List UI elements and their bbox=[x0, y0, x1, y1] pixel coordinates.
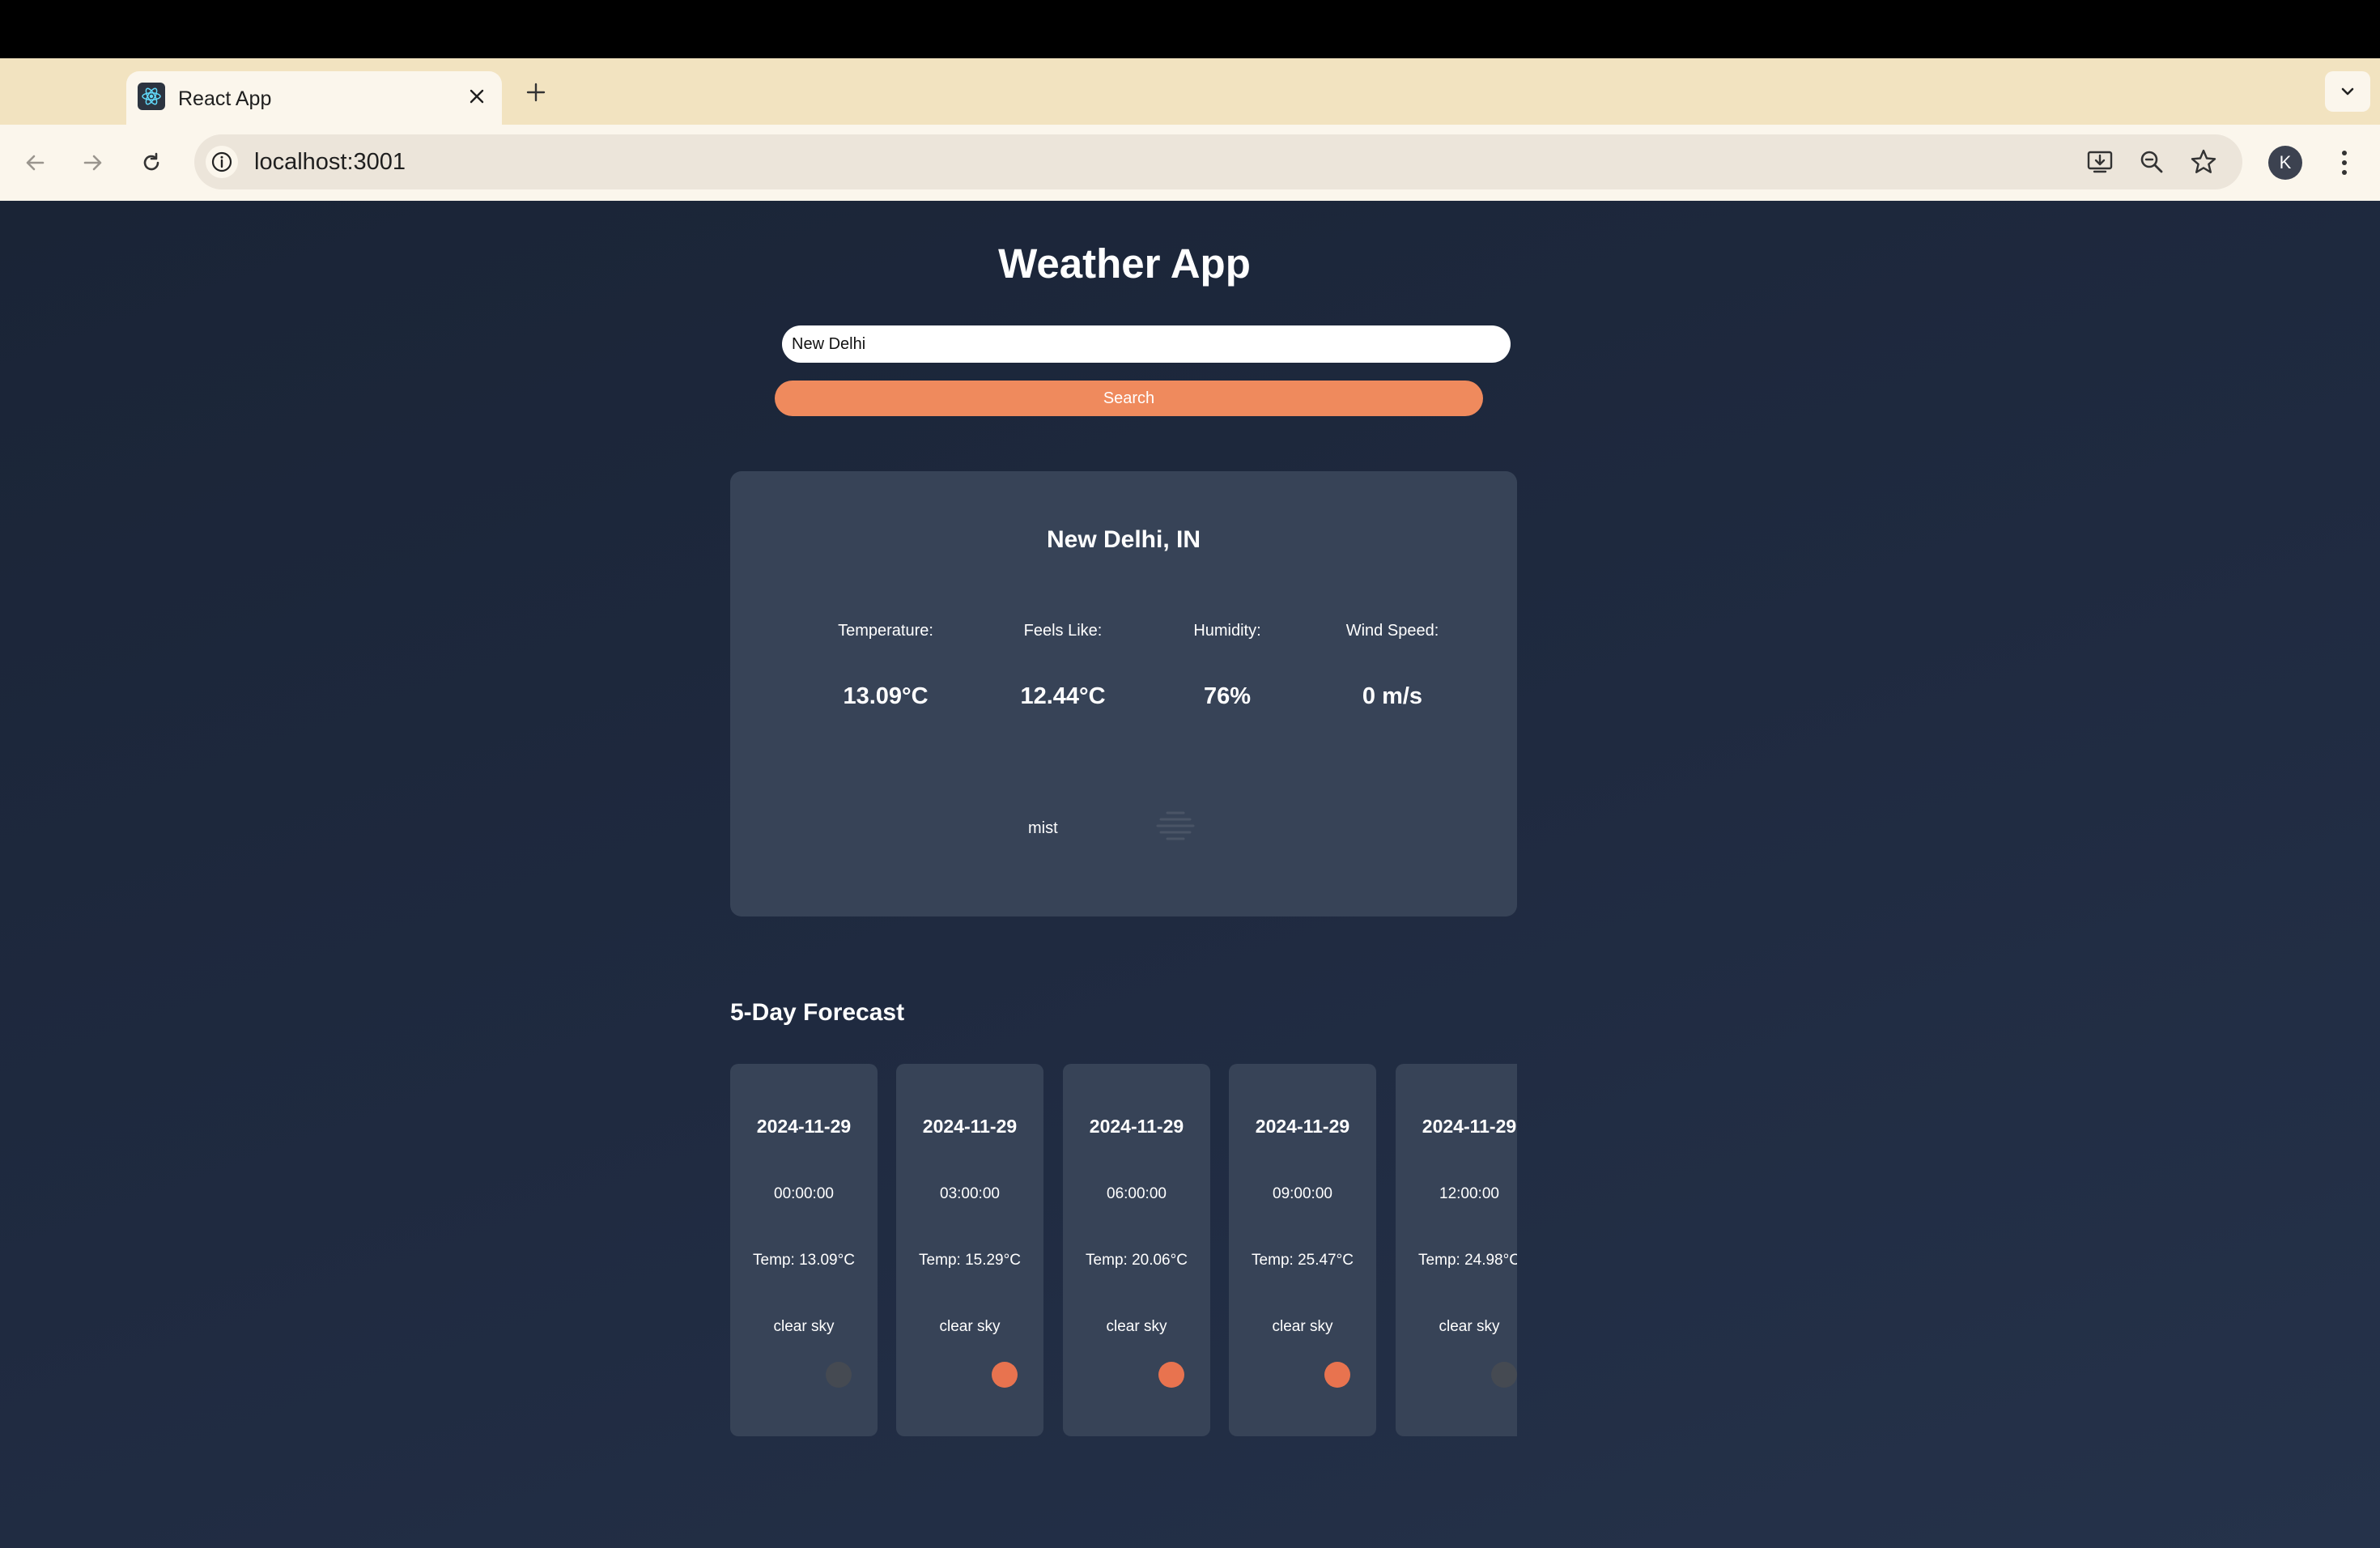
clear-night-icon bbox=[1491, 1362, 1517, 1388]
page-content: Weather App Search New Delhi, IN Tempera… bbox=[0, 201, 2380, 1548]
back-arrow-icon[interactable] bbox=[16, 144, 53, 181]
forecast-list[interactable]: 2024-11-29 00:00:00 Temp: 13.09°C clear … bbox=[730, 1064, 1517, 1436]
os-top-bar bbox=[0, 0, 2380, 58]
reload-icon[interactable] bbox=[133, 144, 170, 181]
new-tab-icon[interactable] bbox=[520, 76, 552, 108]
temperature-value: 13.09°C bbox=[843, 683, 929, 709]
forecast-description: clear sky bbox=[1439, 1318, 1500, 1335]
search-button[interactable]: Search bbox=[775, 381, 1483, 416]
forecast-date: 2024-11-29 bbox=[1255, 1116, 1350, 1137]
forecast-time: 06:00:00 bbox=[1107, 1185, 1167, 1202]
tab-search-chevron-down-icon[interactable] bbox=[2325, 71, 2370, 112]
forecast-date: 2024-11-29 bbox=[756, 1116, 852, 1137]
wind-speed-label: Wind Speed: bbox=[1345, 622, 1439, 640]
sun-icon bbox=[1324, 1362, 1350, 1388]
forecast-time: 03:00:00 bbox=[940, 1185, 1000, 1202]
forecast-temp: Temp: 25.47°C bbox=[1252, 1252, 1354, 1269]
mist-icon bbox=[1156, 811, 1195, 840]
city-search-input[interactable] bbox=[782, 325, 1511, 363]
forecast-description: clear sky bbox=[1106, 1318, 1167, 1335]
tab-strip: React App bbox=[0, 58, 2380, 125]
forecast-time: 12:00:00 bbox=[1439, 1185, 1499, 1202]
site-info-icon[interactable] bbox=[206, 146, 238, 178]
clear-night-icon bbox=[826, 1362, 852, 1388]
profile-avatar[interactable]: K bbox=[2268, 146, 2302, 180]
temperature-label: Temperature: bbox=[838, 622, 933, 640]
feels-like-value: 12.44°C bbox=[1020, 683, 1106, 709]
city-name: New Delhi, IN bbox=[1046, 526, 1201, 553]
bookmark-star-icon[interactable] bbox=[2187, 146, 2220, 178]
sun-icon bbox=[992, 1362, 1018, 1388]
forecast-card: 2024-11-29 09:00:00 Temp: 25.47°C clear … bbox=[1229, 1064, 1376, 1436]
forecast-card: 2024-11-29 03:00:00 Temp: 15.29°C clear … bbox=[896, 1064, 1043, 1436]
forecast-card: 2024-11-29 00:00:00 Temp: 13.09°C clear … bbox=[730, 1064, 878, 1436]
more-menu-icon[interactable] bbox=[2328, 144, 2361, 181]
forecast-card: 2024-11-29 06:00:00 Temp: 20.06°C clear … bbox=[1063, 1064, 1210, 1436]
forecast-temp: Temp: 15.29°C bbox=[919, 1252, 1021, 1269]
forecast-description: clear sky bbox=[773, 1318, 835, 1335]
forecast-card: 2024-11-29 12:00:00 Temp: 24.98°C clear … bbox=[1396, 1064, 1517, 1436]
forecast-temp: Temp: 24.98°C bbox=[1418, 1252, 1517, 1269]
forward-arrow-icon[interactable] bbox=[74, 144, 112, 181]
app-title: Weather App bbox=[998, 240, 1251, 287]
forecast-title: 5-Day Forecast bbox=[730, 999, 905, 1026]
current-weather-card: New Delhi, IN Temperature: 13.09°C Feels… bbox=[730, 471, 1517, 916]
zoom-icon[interactable] bbox=[2136, 146, 2168, 178]
weather-description: mist bbox=[1028, 819, 1058, 837]
forecast-time: 09:00:00 bbox=[1273, 1185, 1332, 1202]
tab-title: React App bbox=[178, 87, 272, 110]
react-favicon-icon bbox=[138, 83, 165, 110]
humidity-value: 76% bbox=[1203, 683, 1252, 709]
forecast-date: 2024-11-29 bbox=[1422, 1116, 1517, 1137]
forecast-date: 2024-11-29 bbox=[922, 1116, 1018, 1137]
forecast-description: clear sky bbox=[939, 1318, 1001, 1335]
feels-like-label: Feels Like: bbox=[1023, 622, 1103, 640]
address-bar[interactable]: localhost:3001 bbox=[194, 134, 2242, 189]
forecast-time: 00:00:00 bbox=[774, 1185, 834, 1202]
browser-toolbar: localhost:3001 K bbox=[0, 125, 2380, 201]
humidity-label: Humidity: bbox=[1193, 622, 1261, 640]
forecast-description: clear sky bbox=[1272, 1318, 1333, 1335]
forecast-temp: Temp: 20.06°C bbox=[1086, 1252, 1188, 1269]
tab-react-app[interactable]: React App bbox=[126, 71, 502, 125]
forecast-temp: Temp: 13.09°C bbox=[753, 1252, 855, 1269]
install-app-icon[interactable] bbox=[2084, 146, 2116, 178]
wind-speed-value: 0 m/s bbox=[1362, 683, 1423, 709]
url-text[interactable]: localhost:3001 bbox=[254, 149, 406, 176]
close-tab-icon[interactable] bbox=[463, 83, 491, 110]
sun-icon bbox=[1158, 1362, 1184, 1388]
forecast-date: 2024-11-29 bbox=[1089, 1116, 1184, 1137]
